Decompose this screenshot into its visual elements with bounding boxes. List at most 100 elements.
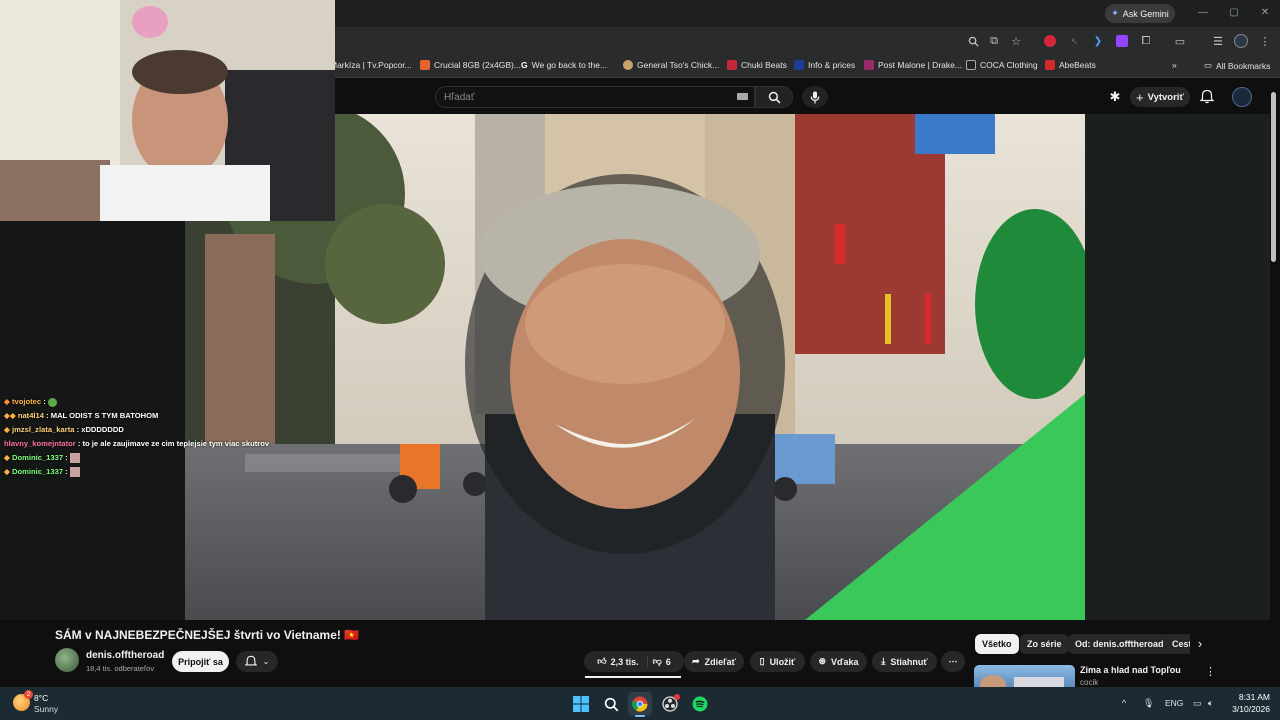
bookmark-favicon-icon xyxy=(1045,60,1055,70)
extension-red-icon[interactable] xyxy=(1042,33,1058,49)
windows-start-icon[interactable] xyxy=(569,692,593,716)
channel-name[interactable]: denis.offtheroad xyxy=(86,650,164,661)
like-button[interactable]: 👍︎ 2,3 tis. xyxy=(597,656,648,667)
save-icon: ▯ xyxy=(759,656,765,666)
recommendation-title[interactable]: Zima a hlad nad Topľou xyxy=(1080,665,1181,675)
dislike-button[interactable]: 👎︎ 6 xyxy=(653,656,671,667)
voice-search-button[interactable] xyxy=(802,86,828,108)
chip-all[interactable]: Všetko xyxy=(975,634,1019,654)
tray-microphone-icon[interactable]: 🎙︎ xyxy=(1143,698,1154,709)
search-input[interactable]: Hľadať xyxy=(435,86,755,108)
bookmark-item[interactable]: G We go back to the... xyxy=(521,60,607,70)
chat-username: jmzsl_zlata_karta xyxy=(11,425,75,434)
bookmark-label: Markíza | Tv.Popcor... xyxy=(330,60,412,70)
chrome-icon[interactable] xyxy=(628,692,652,716)
extension-purple-icon[interactable] xyxy=(1114,33,1130,49)
download-button[interactable]: ⤓ Stiahnuť xyxy=(872,651,937,672)
share-icon: ➦ xyxy=(692,656,700,666)
extension-grey-icon[interactable]: ➴ xyxy=(1066,33,1082,49)
create-button[interactable]: + Vytvoriť xyxy=(1130,87,1190,107)
create-label: Vytvoriť xyxy=(1147,91,1184,103)
recommendation-thumbnail[interactable] xyxy=(974,665,1075,689)
recording-dot xyxy=(674,694,680,700)
tray-overflow-icon[interactable]: ^ xyxy=(1122,698,1126,708)
account-avatar[interactable] xyxy=(1232,87,1252,107)
save-button[interactable]: ▯ Uložiť xyxy=(750,651,805,672)
bookmark-item[interactable]: Post Malone | Drake... xyxy=(864,60,962,70)
bookmark-favicon-icon xyxy=(966,60,976,70)
more-actions-button[interactable]: ⋯ xyxy=(941,651,965,672)
chip-from-channel[interactable]: Od: denis.offtheroad xyxy=(1068,634,1171,654)
chat-text: to je ale zaujimave ze cim teplejsie tym… xyxy=(82,439,270,448)
clock-time[interactable]: 8:31 AM xyxy=(1230,692,1270,702)
like-count: 2,3 tis. xyxy=(610,656,639,667)
weather-temperature[interactable]: 8°C xyxy=(34,693,48,703)
bookmark-item[interactable]: Markíza | Tv.Popcor... xyxy=(330,60,412,70)
network-icon[interactable]: ▭ xyxy=(1193,698,1202,709)
chip-from-series[interactable]: Zo série xyxy=(1020,634,1069,654)
video-title: SÁM v NAJNEBEZPEČNEJŠEJ štvrti vo Vietna… xyxy=(55,628,360,642)
extension-blue-icon[interactable]: ❯ xyxy=(1090,33,1106,49)
chat-username: tvojotec xyxy=(11,397,42,406)
bookmark-item[interactable]: AbeBeats xyxy=(1045,60,1096,70)
bookmarks-overflow-icon[interactable]: » xyxy=(1172,60,1177,70)
recommendation-menu-icon[interactable]: ⋮ xyxy=(1205,665,1216,678)
join-button[interactable]: Pripojiť sa xyxy=(172,651,229,672)
weather-condition[interactable]: Sunny xyxy=(34,704,58,714)
download-icon: ⤓ xyxy=(881,656,886,666)
chat-message: ◆ tvojotec : xyxy=(4,397,57,407)
profile-avatar-icon[interactable] xyxy=(1233,33,1249,49)
subscriber-count: 18,4 tis. odberateľov xyxy=(86,664,155,673)
subscription-bell-button[interactable]: ⌄ xyxy=(236,651,278,672)
extensions-puzzle-icon[interactable]: ⧠ xyxy=(1138,33,1154,49)
bookmark-item[interactable]: Chuki Beats xyxy=(727,60,787,70)
save-label: Uložiť xyxy=(769,656,796,667)
bookmark-favicon-icon xyxy=(794,60,804,70)
bookmark-star-icon[interactable]: ☆ xyxy=(1008,33,1024,49)
reading-list-icon[interactable]: ☰ xyxy=(1210,33,1226,49)
thanks-button[interactable]: ⊛ Vďaka xyxy=(810,651,867,672)
channel-avatar[interactable] xyxy=(55,648,79,672)
chevron-down-icon: ⌄ xyxy=(262,657,270,666)
keyboard-icon[interactable] xyxy=(737,93,748,100)
close-icon[interactable]: ✕ xyxy=(1257,4,1273,22)
chips-next-icon[interactable]: › xyxy=(1190,636,1210,654)
obs-icon[interactable] xyxy=(658,692,682,716)
gemini-icon: ✦ xyxy=(1111,8,1119,18)
bookmark-label: General Tso's Chick... xyxy=(637,60,720,70)
page-scrollbar[interactable] xyxy=(1271,92,1276,262)
share-button[interactable]: ➦ Zdieľať xyxy=(684,651,744,672)
clock-date[interactable]: 3/10/2026 xyxy=(1222,704,1270,714)
minimize-icon[interactable]: — xyxy=(1195,4,1211,22)
bookmark-item[interactable]: COCA Clothing xyxy=(966,60,1038,70)
install-app-icon[interactable]: ⧉ xyxy=(986,33,1002,49)
volume-icon[interactable]: 🔈︎ xyxy=(1208,698,1213,709)
notifications-bell-icon[interactable] xyxy=(1199,89,1216,105)
plus-icon: + xyxy=(1136,89,1144,105)
active-app-indicator xyxy=(635,715,645,717)
bookmark-item[interactable]: Crucial 8GB (2x4GB)... xyxy=(420,60,521,70)
bookmark-item[interactable]: Info & prices xyxy=(794,60,855,70)
all-bookmarks-button[interactable]: ▭ All Bookmarks xyxy=(1204,60,1270,71)
zoom-icon[interactable] xyxy=(965,33,981,49)
bookmark-favicon-icon xyxy=(623,60,633,70)
restore-icon[interactable]: ▢ xyxy=(1226,4,1242,22)
browser-menu-icon[interactable]: ⋮ xyxy=(1257,33,1273,49)
bookmark-item[interactable]: General Tso's Chick... xyxy=(623,60,719,70)
ask-gemini-button[interactable]: ✦ Ask Gemini xyxy=(1105,4,1175,23)
search-button[interactable] xyxy=(755,86,793,108)
spotify-icon[interactable] xyxy=(688,692,712,716)
media-control-icon[interactable]: ▭ xyxy=(1172,33,1188,49)
bell-icon xyxy=(244,655,257,666)
taskbar-search-icon[interactable] xyxy=(599,692,623,716)
language-indicator[interactable]: ENG xyxy=(1165,698,1183,708)
more-horizontal-icon: ⋯ xyxy=(948,656,958,666)
chip-more[interactable]: Cestovanie xyxy=(1165,634,1190,654)
share-label: Zdieľať xyxy=(704,656,736,667)
tools-icon[interactable]: ✱ xyxy=(1107,89,1123,105)
google-icon: G xyxy=(521,60,528,70)
ask-gemini-label: Ask Gemini xyxy=(1122,8,1169,19)
search-icon xyxy=(768,91,780,103)
download-label: Stiahnuť xyxy=(890,656,928,667)
like-dislike-group: 👍︎ 2,3 tis. 👎︎ 6 xyxy=(584,651,684,672)
